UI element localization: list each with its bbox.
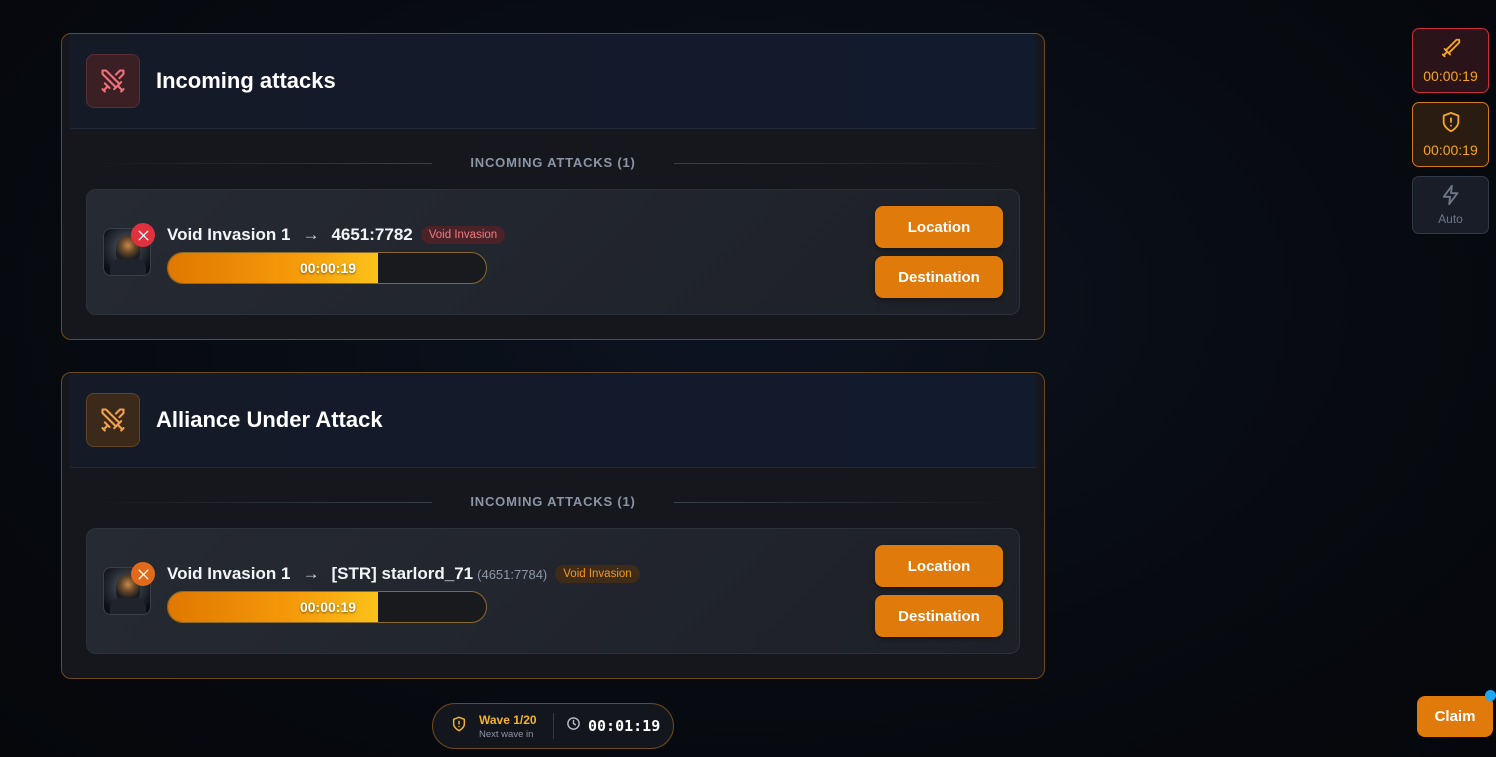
attack-title: Void Invasion 1 → 4651:7782 Void Invasio… [167,225,506,245]
incoming-attack-timer-button[interactable]: 00:00:19 [1412,28,1489,93]
wave-title: Wave 1/20 [479,712,537,727]
divider [674,502,1014,503]
alliance-under-attack-panel: Alliance Under Attack INCOMING ATTACKS (… [61,372,1045,679]
lightning-icon [1440,184,1462,209]
defense-timer-text: 00:00:19 [1423,142,1478,158]
panel-header: Alliance Under Attack [70,373,1036,468]
crossed-swords-icon [86,54,140,108]
panel-title: Incoming attacks [156,68,336,93]
attack-title: Void Invasion 1 → [STR] starlord_71 (465… [167,564,640,584]
arrow-icon: → [302,225,320,244]
crossed-swords-icon [86,393,140,447]
destination-button[interactable]: Destination [875,256,1003,298]
attack-badge-icon [131,562,155,586]
location-button[interactable]: Location [875,545,1003,587]
attack-card: Void Invasion 1 → 4651:7782 Void Invasio… [86,189,1020,315]
attack-type-badge: Void Invasion [555,565,640,583]
wave-status-bar: Wave 1/20 Next wave in 00:01:19 [432,703,674,749]
attack-target[interactable]: [STR] starlord_71 [331,564,473,584]
wave-subtitle: Next wave in [479,728,534,740]
destination-button[interactable]: Destination [875,595,1003,637]
attack-progress-bar: 00:00:19 [167,252,487,284]
wave-timer: 00:01:19 [588,717,661,735]
attack-type-badge: Void Invasion [420,226,506,244]
wave-countdown: 00:01:19 [554,716,660,736]
auto-button[interactable]: Auto [1412,176,1489,234]
claim-button[interactable]: Claim [1417,696,1493,737]
wave-info: Wave 1/20 Next wave in [433,713,553,740]
attack-progress-bar: 00:00:19 [167,591,487,623]
target-coordinates[interactable]: (4651:7784) [477,567,547,582]
shield-alert-icon [1440,111,1462,136]
clock-icon [566,716,581,736]
attack-timer: 00:00:19 [299,260,357,276]
shield-icon [451,716,467,737]
panel-header: Incoming attacks [70,34,1036,129]
attack-timer-text: 00:00:19 [1423,68,1478,84]
attacker-name: Void Invasion 1 [167,225,291,244]
alliance-defense-timer-button[interactable]: 00:00:19 [1412,102,1489,167]
location-button[interactable]: Location [875,206,1003,248]
arrow-icon: → [302,564,320,583]
incoming-attacks-panel: Incoming attacks INCOMING ATTACKS (1) Vo… [61,33,1045,340]
attack-target[interactable]: 4651:7782 [331,225,412,245]
attack-card: Void Invasion 1 → [STR] starlord_71 (465… [86,528,1020,654]
attack-timer: 00:00:19 [299,599,357,615]
panel-title: Alliance Under Attack [156,407,383,432]
notification-dot [1485,690,1496,701]
attack-badge-icon [131,223,155,247]
attacker-name: Void Invasion 1 [167,564,291,583]
auto-label: Auto [1438,212,1463,226]
sword-icon [1440,37,1462,62]
divider [674,163,1014,164]
